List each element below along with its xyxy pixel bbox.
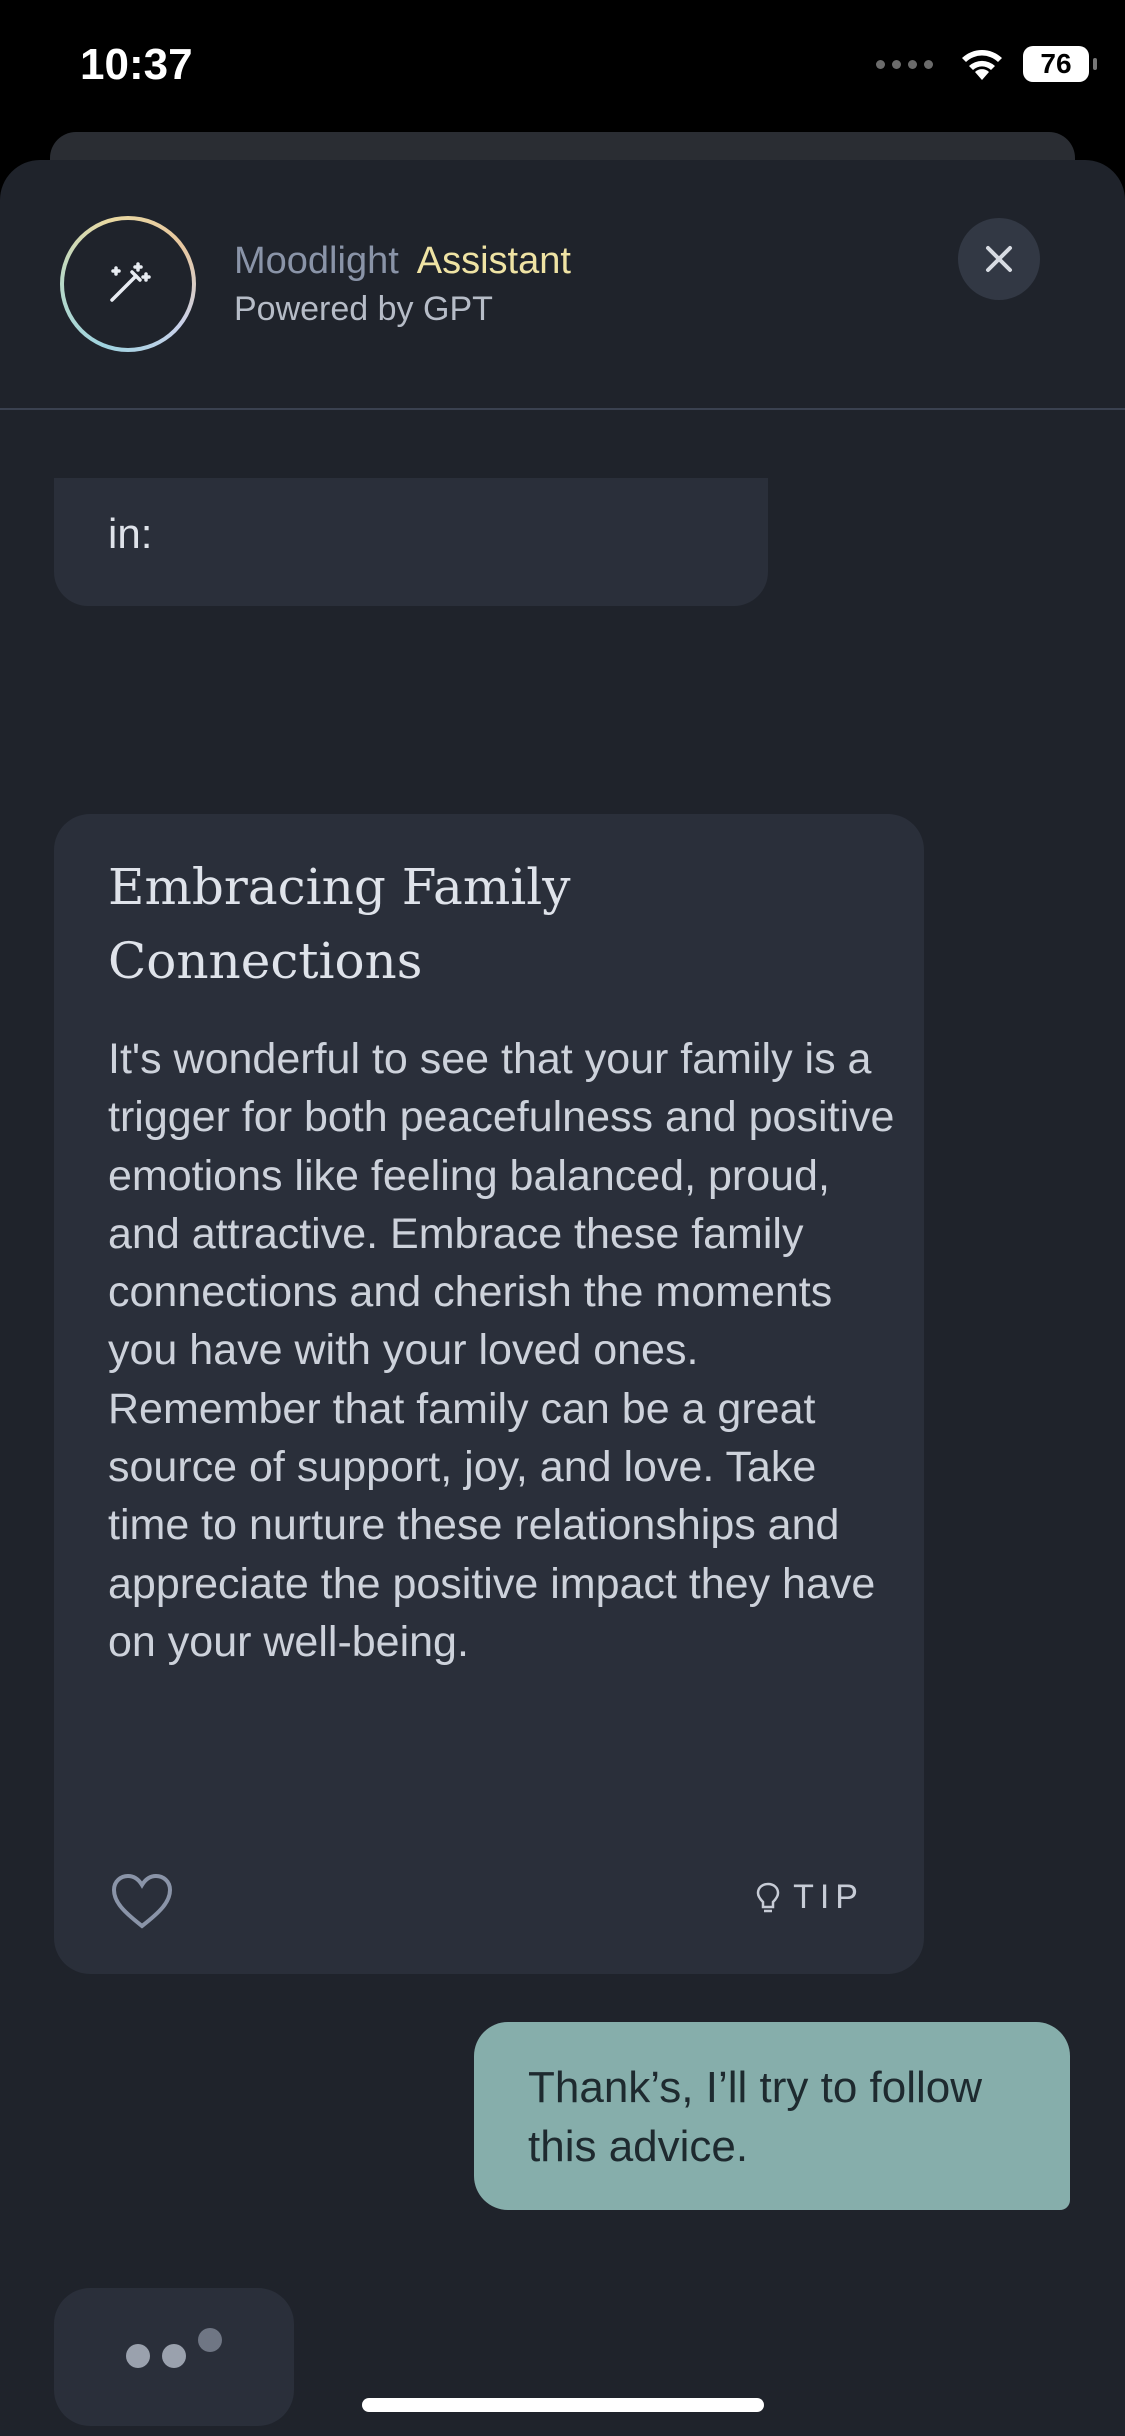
status-time: 10:37 bbox=[80, 40, 193, 89]
assistant-label: Assistant bbox=[416, 240, 571, 282]
assistant-header: Moodlight Assistant Powered by GPT bbox=[0, 160, 1125, 410]
typing-dot bbox=[162, 2344, 186, 2368]
close-button[interactable] bbox=[958, 218, 1040, 300]
assistant-title: Moodlight Assistant bbox=[234, 240, 571, 283]
advice-card: Embracing Family Connections It's wonder… bbox=[54, 814, 924, 1974]
user-message-text: Thank’s, I’ll try to follow this advice. bbox=[528, 2063, 983, 2171]
card-title: Embracing Family Connections bbox=[108, 858, 571, 990]
lightbulb-icon bbox=[756, 1882, 780, 1912]
typing-indicator bbox=[54, 2288, 294, 2426]
heart-icon[interactable] bbox=[110, 1872, 174, 1932]
typing-dot bbox=[198, 2328, 222, 2352]
assistant-message-previous: in: bbox=[54, 478, 768, 606]
typing-dot bbox=[126, 2344, 150, 2368]
tip-button[interactable]: TIP bbox=[755, 1878, 864, 1917]
tip-label: TIP bbox=[793, 1878, 864, 1916]
user-message: Thank’s, I’ll try to follow this advice. bbox=[474, 2022, 1070, 2210]
home-indicator[interactable] bbox=[362, 2398, 764, 2412]
assistant-sheet: Moodlight Assistant Powered by GPT in: Em… bbox=[0, 160, 1125, 2436]
app-name: Moodlight bbox=[234, 240, 399, 282]
status-bar: 10:37 76 bbox=[0, 0, 1125, 140]
magic-wand-icon bbox=[110, 262, 151, 302]
message-text: in: bbox=[108, 510, 153, 557]
assistant-avatar bbox=[60, 216, 196, 352]
powered-by-label: Powered by GPT bbox=[234, 290, 493, 328]
chat-thread[interactable]: in: Embracing Family Connections It's wo… bbox=[0, 478, 1125, 2436]
wifi-icon bbox=[962, 50, 1002, 80]
status-icons: 76 bbox=[876, 46, 1097, 82]
close-icon bbox=[986, 246, 1012, 272]
card-body: It's wonderful to see that your family i… bbox=[108, 1035, 895, 1666]
battery-indicator: 76 bbox=[1023, 46, 1097, 82]
cellular-signal-icon bbox=[876, 59, 933, 69]
